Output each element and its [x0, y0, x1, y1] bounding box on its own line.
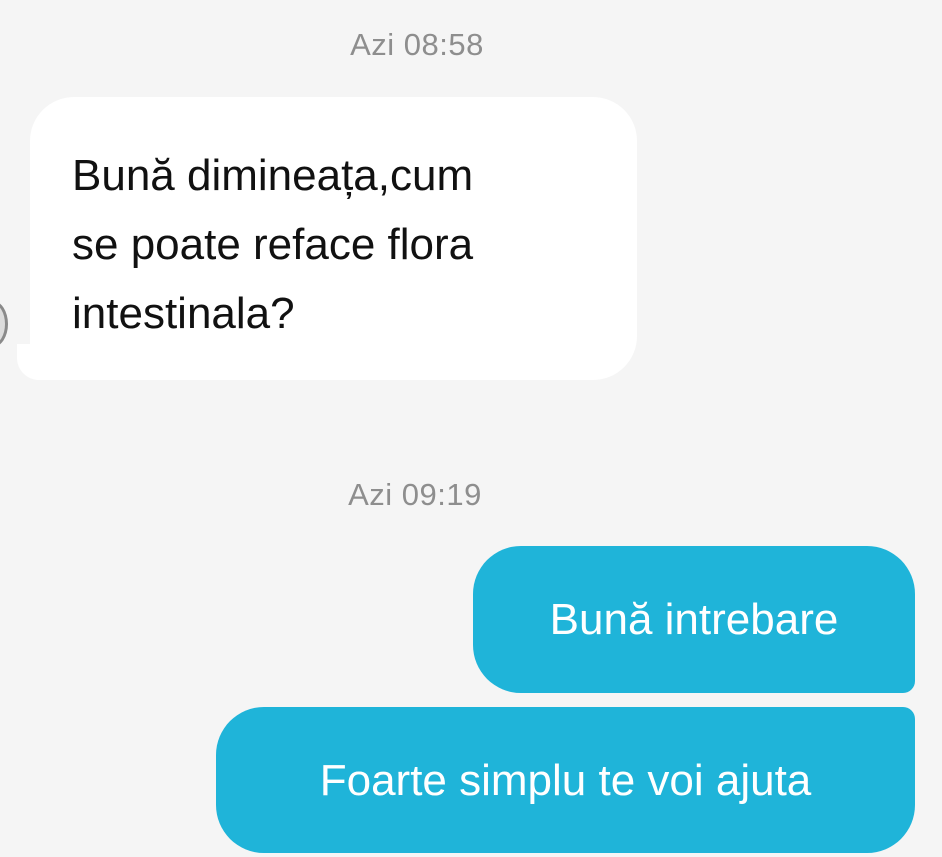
outgoing-message-bubble[interactable]: Bună intrebare [473, 546, 915, 693]
outgoing-message-bubble[interactable]: Foarte simplu te voi ajuta [216, 707, 915, 853]
message-timestamp: Azi 08:58 [350, 27, 484, 62]
message-timestamp: Azi 09:19 [348, 477, 482, 512]
incoming-message-bubble[interactable]: Bună dimineața,cum se poate reface flora… [30, 97, 637, 380]
sender-avatar[interactable] [0, 301, 8, 347]
